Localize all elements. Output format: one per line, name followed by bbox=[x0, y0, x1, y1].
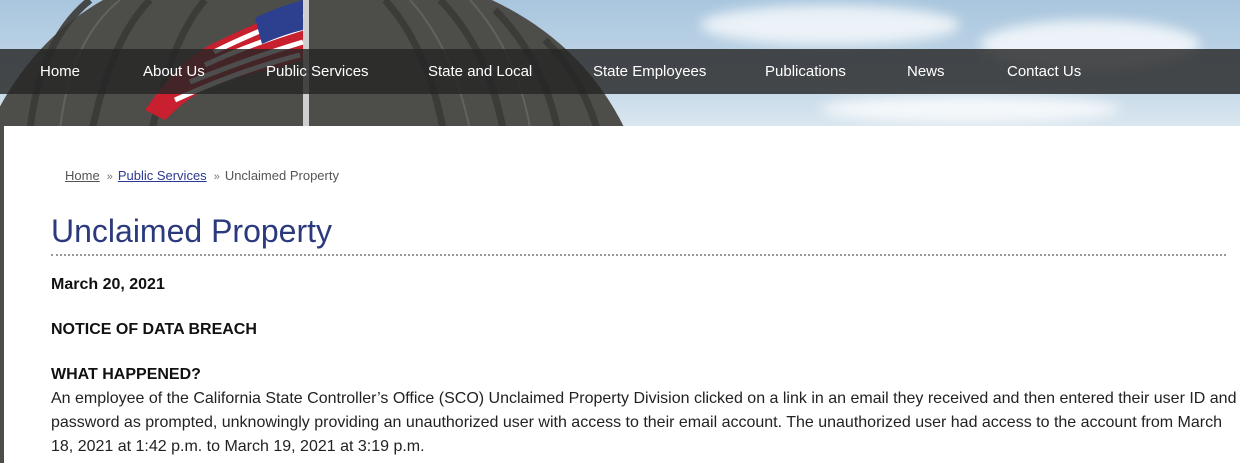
nav-item-publications[interactable]: Publications bbox=[765, 49, 846, 94]
nav-item-news[interactable]: News bbox=[907, 49, 945, 94]
nav-item-contact-us[interactable]: Contact Us bbox=[1007, 49, 1081, 94]
what-happened-heading: WHAT HAPPENED? bbox=[51, 366, 201, 383]
nav-item-about-us[interactable]: About Us bbox=[143, 49, 205, 94]
main-content: Home» Public Services» Unclaimed Property … bbox=[4, 126, 1240, 463]
nav-item-state-employees[interactable]: State Employees bbox=[593, 49, 706, 94]
main-nav: Home About Us Public Services State and … bbox=[0, 49, 1240, 94]
breadcrumb-separator-icon: » bbox=[106, 171, 113, 183]
breadcrumb-public-services-link[interactable]: Public Services bbox=[118, 168, 207, 183]
notice-date: March 20, 2021 bbox=[51, 276, 165, 293]
nav-item-state-and-local[interactable]: State and Local bbox=[428, 49, 532, 94]
breadcrumb-current: Unclaimed Property bbox=[224, 168, 339, 183]
what-happened-body: An employee of the California State Cont… bbox=[51, 390, 1237, 455]
breadcrumb-home-link[interactable]: Home bbox=[65, 168, 100, 183]
nav-item-home[interactable]: Home bbox=[40, 49, 80, 94]
notice-heading: NOTICE OF DATA BREACH bbox=[51, 321, 257, 338]
breadcrumb-separator-icon: » bbox=[213, 171, 220, 183]
title-divider bbox=[51, 254, 1226, 256]
nav-item-public-services[interactable]: Public Services bbox=[266, 49, 369, 94]
breadcrumb: Home » Public Services » Unclaimed Property bbox=[65, 168, 339, 183]
page-title: Unclaimed Property bbox=[51, 213, 332, 249]
